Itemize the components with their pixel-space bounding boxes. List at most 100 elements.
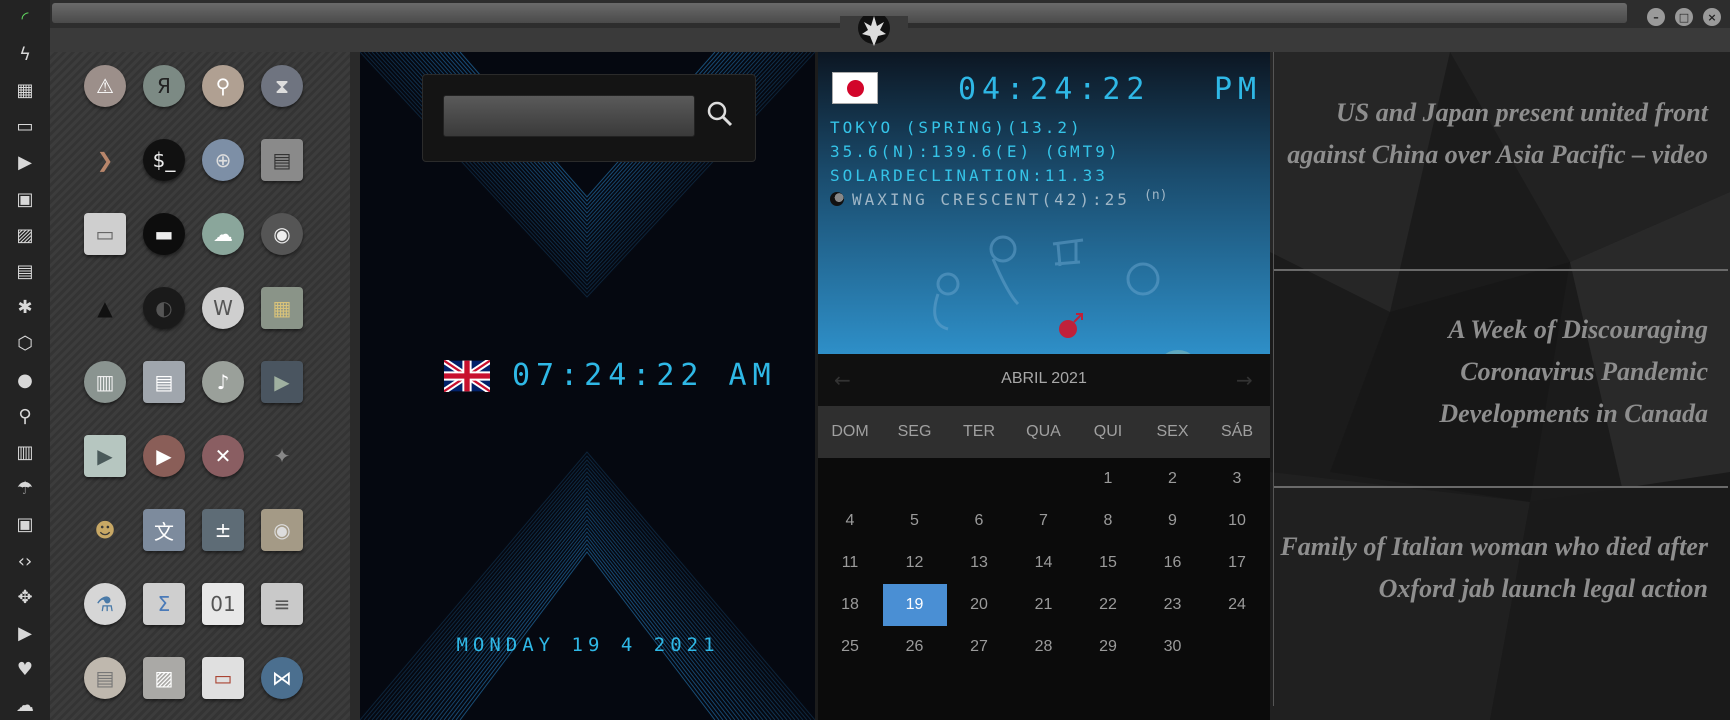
code-icon[interactable]: ‹› xyxy=(13,549,37,573)
calendar-day[interactable]: 11 xyxy=(818,542,882,584)
umbrella-icon[interactable]: ☂ xyxy=(13,477,37,501)
rebel-icon[interactable]: ✱ xyxy=(13,296,37,320)
calendar-day[interactable]: 6 xyxy=(947,500,1011,542)
heart-icon[interactable]: ♥ xyxy=(13,658,37,682)
archive-icon[interactable]: ▭ xyxy=(13,115,37,139)
calendar-day[interactable]: 12 xyxy=(883,542,947,584)
search-icon[interactable] xyxy=(706,100,734,128)
arrow-app-icon[interactable]: ❯ xyxy=(84,139,126,181)
search-box xyxy=(422,74,756,162)
calendar-day[interactable]: 17 xyxy=(1205,542,1269,584)
calendar-day[interactable]: 15 xyxy=(1076,542,1140,584)
youtube-icon[interactable]: ▶ xyxy=(13,621,37,645)
calendar-day[interactable]: 29 xyxy=(1076,626,1140,668)
hex-icon[interactable]: ⬡ xyxy=(13,332,37,356)
calendar-day[interactable]: 1 xyxy=(1076,458,1140,500)
calendar-day[interactable]: 14 xyxy=(1012,542,1076,584)
binary-file-app-icon[interactable]: 01 xyxy=(202,583,244,625)
terminal-app-icon[interactable]: $_ xyxy=(143,139,185,181)
youtube-app-icon[interactable]: ▶ xyxy=(143,435,185,477)
calendar-day[interactable]: 19 xyxy=(882,584,947,626)
calendar-day[interactable]: 10 xyxy=(1205,500,1269,542)
world-map-app-icon[interactable]: ▦ xyxy=(261,287,303,329)
warning-app-icon[interactable]: ⚠ xyxy=(84,65,126,107)
image-icon[interactable]: ▨ xyxy=(13,223,37,247)
map-book-icon[interactable]: ▣ xyxy=(13,187,37,211)
next-month-button[interactable]: → xyxy=(1236,368,1253,392)
moon-phase-suffix: (n) xyxy=(1144,188,1168,203)
calendar-day[interactable]: 26 xyxy=(883,626,947,668)
image-viewer-app-icon[interactable]: ▨ xyxy=(143,657,185,699)
calculator-app-icon[interactable]: ± xyxy=(202,509,244,551)
vscode-app-icon[interactable]: ⋈ xyxy=(261,657,303,699)
calendar-day[interactable]: 4 xyxy=(818,500,882,542)
calendar-day[interactable]: 20 xyxy=(947,584,1011,626)
calendar-day[interactable]: 7 xyxy=(1012,500,1076,542)
search-input[interactable] xyxy=(443,95,695,137)
books-app-icon[interactable]: ▥ xyxy=(84,361,126,403)
translate-app-icon[interactable]: 文 xyxy=(143,509,185,551)
music-app-icon[interactable]: ♪ xyxy=(202,361,244,403)
map-icon[interactable]: ▥ xyxy=(13,440,37,464)
calendar-day[interactable]: 30 xyxy=(1141,626,1205,668)
calendar-day[interactable]: 24 xyxy=(1205,584,1269,626)
calendar-day[interactable]: 21 xyxy=(1012,584,1076,626)
camera-app-icon[interactable]: ◉ xyxy=(261,509,303,551)
document-app-icon[interactable]: ▤ xyxy=(143,361,185,403)
presentation-app-icon[interactable]: ▭ xyxy=(202,657,244,699)
wikipedia-app-icon[interactable]: W xyxy=(202,287,244,329)
calendar: ← ABRIL 2021 → DOM SEG TER QUA QUI SEX SÁB 123… xyxy=(818,354,1270,720)
text-app-icon[interactable]: ≡ xyxy=(261,583,303,625)
death-star-app-icon[interactable]: ◐ xyxy=(143,287,185,329)
calendar-day[interactable]: 16 xyxy=(1141,542,1205,584)
play-icon[interactable]: ▶ xyxy=(13,151,37,175)
close-button[interactable]: × xyxy=(1703,8,1721,26)
rebel-logo-tab[interactable] xyxy=(840,12,908,51)
globe-icon[interactable]: ● xyxy=(13,368,37,392)
expand-icon[interactable]: ✥ xyxy=(13,585,37,609)
droid-app-icon[interactable]: ✦ xyxy=(261,435,303,477)
text-file-app-icon[interactable]: ▤ xyxy=(84,657,126,699)
search-icon[interactable]: ⚲ xyxy=(13,404,37,428)
calendar-day[interactable]: 22 xyxy=(1076,584,1140,626)
sigma-app-icon[interactable]: Σ xyxy=(143,583,185,625)
globe-app-icon[interactable]: ⊕ xyxy=(202,139,244,181)
play-store-app-icon[interactable]: ▶ xyxy=(84,435,126,477)
starfleet-app-icon[interactable]: ▲ xyxy=(84,287,126,329)
calendar-day[interactable]: 5 xyxy=(883,500,947,542)
github-app-icon[interactable]: ◉ xyxy=(261,213,303,255)
news-headline-1[interactable]: US and Japan present united front agains… xyxy=(1278,92,1708,176)
close-app-icon[interactable]: ✕ xyxy=(202,435,244,477)
c3po-app-icon[interactable]: ☻ xyxy=(84,509,126,551)
calendar-day[interactable]: 25 xyxy=(818,626,882,668)
video-app-icon[interactable]: ▶ xyxy=(261,361,303,403)
lightning-icon[interactable]: ϟ xyxy=(13,42,37,66)
search-app-icon[interactable]: ⚲ xyxy=(202,65,244,107)
news-headline-3[interactable]: Family of Italian woman who died after O… xyxy=(1278,526,1708,610)
calendar-day[interactable]: 13 xyxy=(947,542,1011,584)
news-icon[interactable]: ▤ xyxy=(13,259,37,283)
maximize-button[interactable]: □ xyxy=(1675,8,1693,26)
ring-app-icon[interactable]: ▬ xyxy=(143,213,185,255)
news-headline-2[interactable]: A Week of Discouraging Coronavirus Pande… xyxy=(1348,309,1708,435)
minimize-button[interactable]: – xyxy=(1647,8,1665,26)
cloud-lock-app-icon[interactable]: ☁ xyxy=(202,213,244,255)
calendar-day[interactable]: 3 xyxy=(1205,458,1269,500)
server-app-icon[interactable]: ▤ xyxy=(261,139,303,181)
hourglass-app-icon[interactable]: ⧗ xyxy=(261,65,303,107)
calendar-day[interactable]: 27 xyxy=(947,626,1011,668)
calendar-day[interactable]: 23 xyxy=(1141,584,1205,626)
calendar-day[interactable]: 18 xyxy=(818,584,882,626)
cloud-icon[interactable]: ☁ xyxy=(13,694,37,718)
contact-icon[interactable]: ▣ xyxy=(13,513,37,537)
calendar-day[interactable]: 9 xyxy=(1141,500,1205,542)
window-app-icon[interactable]: ▭ xyxy=(84,213,126,255)
windows-icon[interactable]: ▦ xyxy=(13,78,37,102)
calendar-day[interactable]: 28 xyxy=(1012,626,1076,668)
calendar-day[interactable]: 2 xyxy=(1141,458,1205,500)
yandex-app-icon[interactable]: Я xyxy=(143,65,185,107)
calendar-day[interactable]: 8 xyxy=(1076,500,1140,542)
lab-app-icon[interactable]: ⚗ xyxy=(84,583,126,625)
wifi-icon[interactable]: ◜ xyxy=(13,6,37,30)
left-dock: ◜ ϟ ▦ ▭ ▶ ▣ ▨ ▤ ✱ ⬡ ● ⚲ ▥ ☂ ▣ ‹› ✥ ▶ ♥ ☁ xyxy=(0,0,50,720)
